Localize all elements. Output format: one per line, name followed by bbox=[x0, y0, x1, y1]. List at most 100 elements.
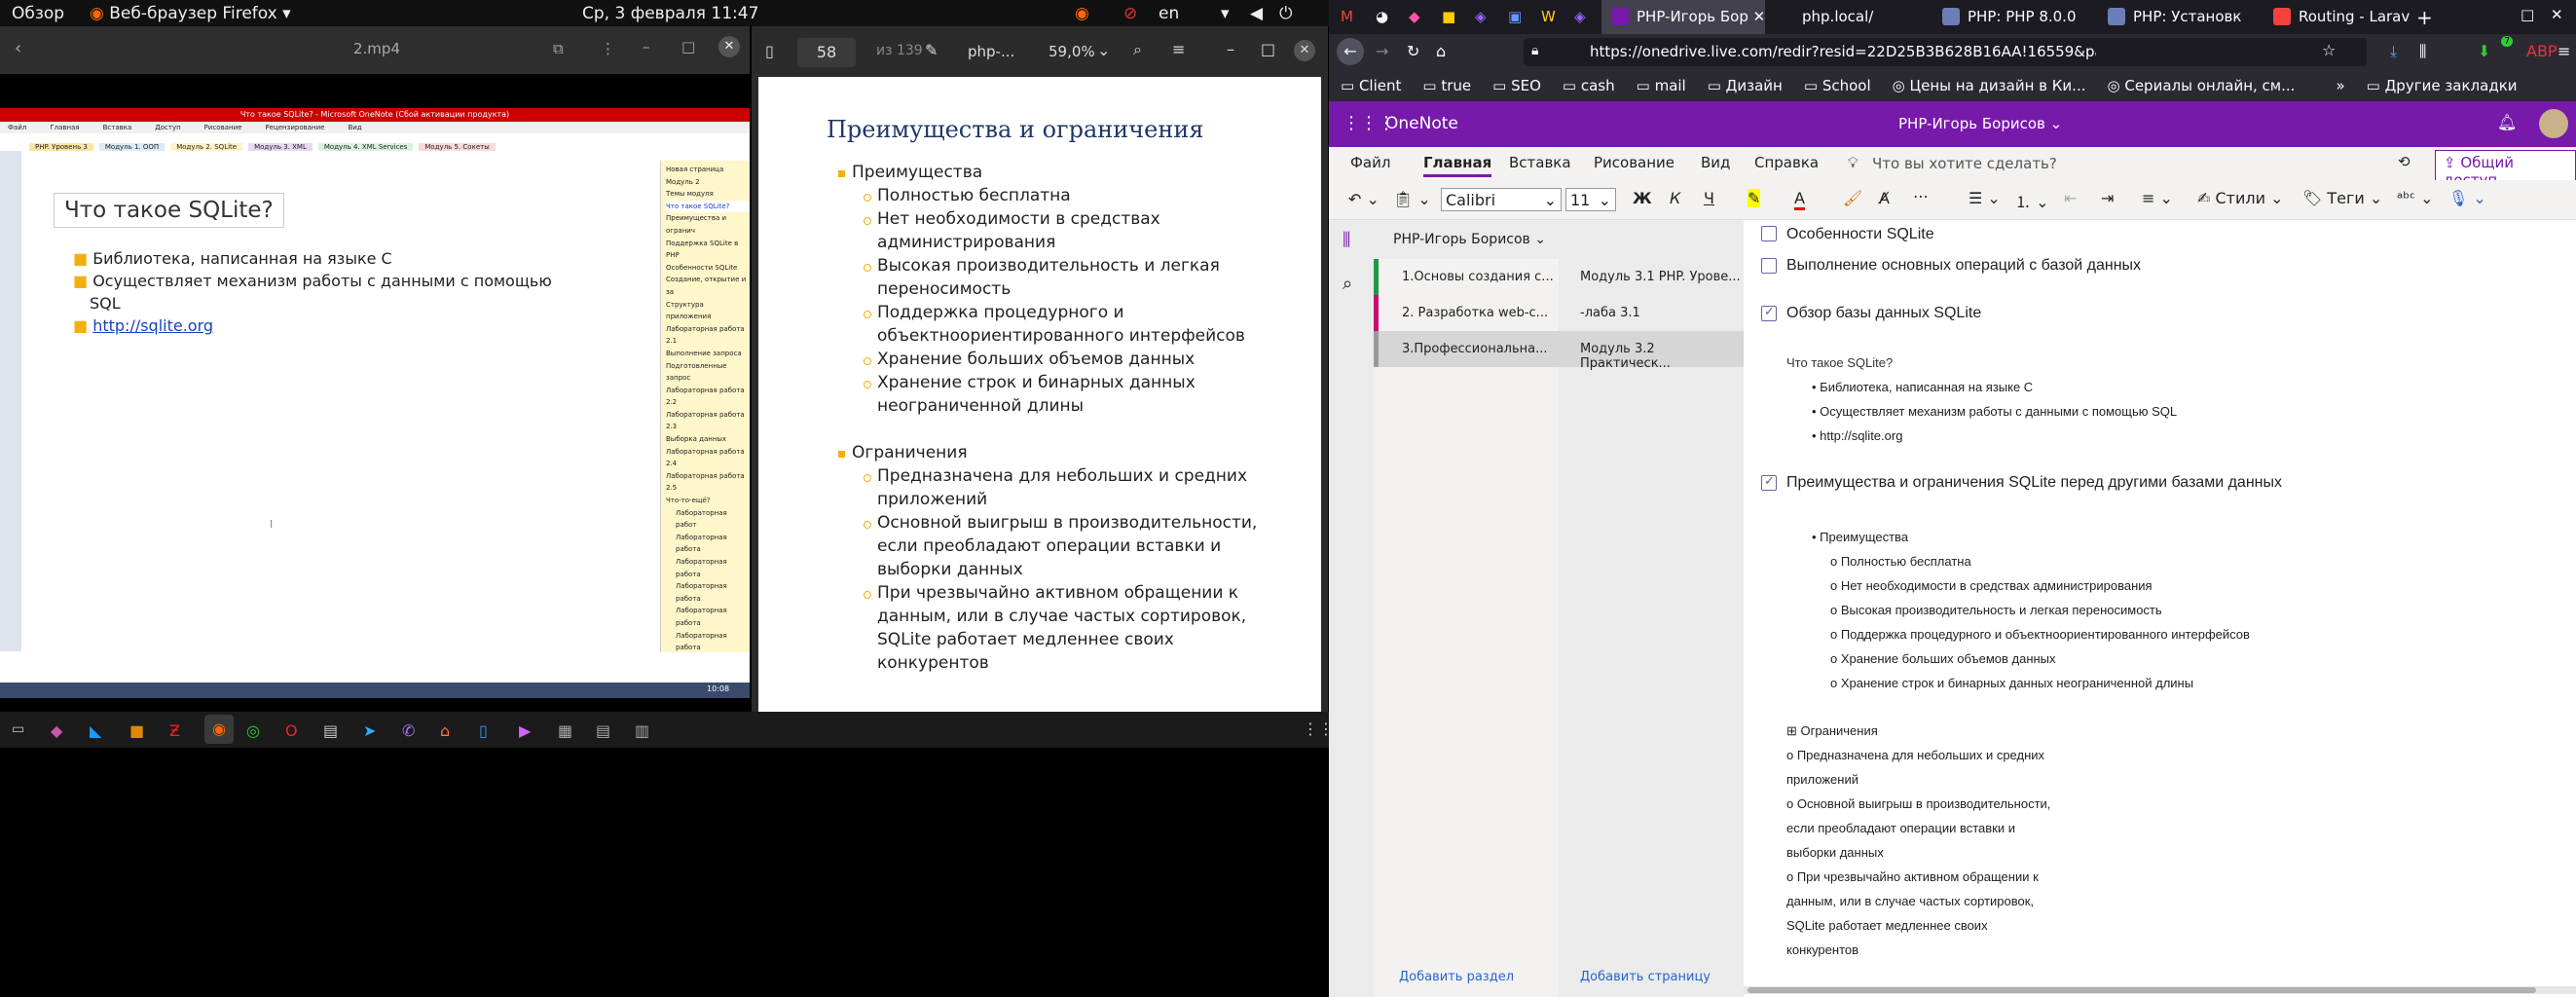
opera-icon[interactable]: O bbox=[285, 721, 298, 740]
filezilla-icon[interactable]: Ƶ bbox=[169, 721, 180, 740]
page-item[interactable]: -лаба 3.1 bbox=[1559, 295, 1744, 331]
add-page-link[interactable]: Добавить страницу bbox=[1580, 970, 1711, 984]
note-subitem[interactable]: конкурентов bbox=[1786, 942, 1858, 957]
tab-php-install[interactable]: PHP: Установк bbox=[2098, 0, 2262, 34]
volume-icon[interactable]: ◀ bbox=[1250, 4, 1263, 23]
note-subitem[interactable]: o Поддержка процедурного и объектноориен… bbox=[1830, 627, 2250, 642]
clock[interactable]: Ср, 3 февраля 11:47 bbox=[582, 4, 758, 23]
dictate-icon[interactable]: 🎙︎ ⌄ bbox=[2448, 189, 2486, 207]
lock-icon[interactable]: 🔒︎ bbox=[1531, 43, 1538, 58]
maximize-icon[interactable]: □ bbox=[681, 38, 695, 55]
bookmark-client[interactable]: ▭ Client bbox=[1341, 77, 1401, 94]
add-section-link[interactable]: Добавить раздел bbox=[1399, 970, 1514, 984]
back-icon[interactable]: ‹ bbox=[15, 38, 21, 58]
italic-button[interactable]: К bbox=[1670, 189, 1680, 207]
ribbon-tab-insert[interactable]: Вставка bbox=[1509, 154, 1571, 171]
video-frame[interactable]: Что такое SQLite? - Microsoft OneNote (С… bbox=[0, 108, 750, 698]
note-subitem[interactable]: если преобладают операции вставки и bbox=[1786, 821, 2015, 835]
outdent-icon[interactable]: ⇤ bbox=[2064, 189, 2077, 207]
tell-me-input[interactable]: Что вы хотите сделать? bbox=[1872, 155, 2057, 172]
app-icon[interactable]: ◆ bbox=[51, 721, 62, 740]
github-icon[interactable]: ◕ bbox=[1376, 8, 1388, 25]
bullets-icon[interactable]: ☰ ⌄ bbox=[1969, 189, 2001, 207]
download-icon[interactable]: ⤓ bbox=[2390, 42, 2397, 61]
tab-laravel[interactable]: Routing - Larav bbox=[2263, 0, 2427, 34]
note-subitem[interactable]: o Хранение строк и бинарных данных неогр… bbox=[1830, 676, 2193, 690]
todo-item[interactable]: Выполнение основных операций с базой дан… bbox=[1786, 257, 2141, 275]
hamburger-menu-icon[interactable]: ≡ bbox=[1172, 40, 1185, 58]
zoom-level[interactable]: 59,0% bbox=[1049, 43, 1095, 60]
font-size-select[interactable]: 11 ⌄ bbox=[1565, 188, 1616, 211]
maximize-icon[interactable]: □ bbox=[2521, 6, 2534, 23]
section-item[interactable]: 2. Разработка web-с... bbox=[1374, 295, 1559, 331]
todo-checkbox[interactable] bbox=[1761, 226, 1777, 241]
underline-button[interactable]: Ч bbox=[1704, 189, 1714, 207]
horizontal-scrollbar[interactable] bbox=[1744, 986, 2576, 994]
active-app-menu[interactable]: ◉ Веб-браузер Firefox ▾ bbox=[90, 4, 291, 23]
firefox-icon[interactable]: ◉ bbox=[204, 715, 234, 744]
document-name[interactable]: php-... bbox=[968, 43, 1014, 60]
note-bullet[interactable]: • Преимущества bbox=[1812, 530, 1908, 544]
minimize-icon[interactable]: – bbox=[643, 38, 650, 55]
notebooks-icon[interactable]: ⫼ bbox=[1343, 230, 1350, 250]
document-icon[interactable]: ▯ bbox=[479, 721, 488, 740]
home-icon[interactable]: ⌂ bbox=[1436, 42, 1446, 60]
bookmark-design[interactable]: ▭ Дизайн bbox=[1708, 77, 1783, 94]
note-subitem[interactable]: o Полностью бесплатна bbox=[1830, 554, 1971, 569]
note-subitem[interactable]: приложений bbox=[1786, 772, 1858, 787]
bookmark-seo[interactable]: ▭ SEO bbox=[1492, 77, 1541, 94]
page-item-active[interactable]: Модуль 3.2 Практическ... bbox=[1559, 331, 1744, 371]
adblock-icon[interactable]: ABP bbox=[2526, 42, 2558, 60]
note-subitem[interactable]: выборки данных bbox=[1786, 845, 1884, 860]
todo-checkbox[interactable] bbox=[1761, 258, 1777, 274]
library-icon[interactable]: ⫼ bbox=[2419, 42, 2426, 61]
document-title[interactable]: PHP-Игорь Борисов ⌄ bbox=[1898, 115, 2062, 132]
new-tab-button[interactable]: + bbox=[2416, 6, 2433, 29]
clipboard-icon[interactable]: 📋︎ ⌄ bbox=[1393, 190, 1431, 208]
reload-icon[interactable]: ↻ bbox=[1407, 42, 1419, 60]
close-icon[interactable]: ✕ bbox=[1294, 40, 1315, 61]
vpn-tray-icon[interactable]: ⊘ bbox=[1123, 4, 1137, 23]
bookmark-star-icon[interactable]: ☆ bbox=[2322, 41, 2336, 59]
page-number-input[interactable]: 58 bbox=[797, 38, 856, 67]
todo-checkbox-checked[interactable] bbox=[1761, 473, 1777, 491]
overflow-menu-icon[interactable]: ≡ bbox=[2558, 42, 2570, 60]
note-subitem[interactable]: o Хранение больших объемов данных bbox=[1830, 651, 2056, 666]
vscode-icon[interactable]: ◣ bbox=[90, 721, 101, 740]
clear-format-icon[interactable]: A̸ bbox=[1879, 189, 1890, 207]
note-subitem[interactable]: o При чрезвычайно активном обращении к bbox=[1786, 869, 2039, 884]
bookmark-cash[interactable]: ▭ cash bbox=[1563, 77, 1615, 94]
chrome-icon[interactable]: ◎ bbox=[246, 721, 260, 740]
spelling-icon[interactable]: ᵃᵇᶜ ⌄ bbox=[2397, 189, 2434, 207]
show-apps-icon[interactable]: ▭ bbox=[12, 721, 24, 737]
highlight-icon[interactable]: ✎ bbox=[1748, 189, 1761, 207]
styles-button[interactable]: ✍︎ Стили ⌄ bbox=[2197, 189, 2284, 207]
numbering-icon[interactable]: ⒈ ⌄ bbox=[2015, 189, 2049, 212]
back-icon[interactable]: ← bbox=[1337, 38, 1364, 65]
minimize-icon[interactable]: – bbox=[1227, 40, 1234, 58]
bell-icon[interactable]: 🔔︎ bbox=[2497, 113, 2517, 131]
pip-icon[interactable]: ⧉ bbox=[553, 40, 564, 57]
pinned-tab-icon[interactable]: ◈ bbox=[1475, 8, 1487, 25]
page-item[interactable]: Модуль 3.1 PHP. Урове... bbox=[1559, 259, 1744, 295]
pinned-tab-icon[interactable]: ▣ bbox=[1508, 8, 1522, 25]
close-window-icon[interactable]: ✕ bbox=[2551, 6, 2563, 23]
keyboard-layout[interactable]: en bbox=[1159, 4, 1179, 23]
power-icon[interactable]: ⏻ bbox=[1279, 4, 1292, 23]
app-icon[interactable]: ■ bbox=[129, 721, 144, 740]
pinned-tab-icon[interactable]: ◆ bbox=[1409, 8, 1420, 25]
avatar[interactable] bbox=[2539, 109, 2568, 138]
ribbon-tab-help[interactable]: Справка bbox=[1754, 154, 1819, 171]
search-icon[interactable]: ⌕ bbox=[1343, 274, 1352, 294]
telegram-icon[interactable]: ➤ bbox=[363, 721, 376, 740]
bookmark-mail[interactable]: ▭ mail bbox=[1637, 77, 1686, 94]
note-text[interactable]: Что такое SQLite? bbox=[1786, 355, 1893, 370]
bookmark-prices[interactable]: ◎ Цены на дизайн в Ки... bbox=[1893, 77, 2086, 94]
bold-button[interactable]: Ж bbox=[1633, 189, 1652, 207]
tags-button[interactable]: 🏷︎ Теги ⌄ bbox=[2302, 189, 2382, 207]
tab-php-manual[interactable]: PHP: PHP 8.0.0 bbox=[1932, 0, 2096, 34]
viber-icon[interactable]: ✆ bbox=[402, 721, 415, 740]
menu-icon[interactable]: ⋮ bbox=[601, 40, 615, 57]
align-icon[interactable]: ≡ ⌄ bbox=[2142, 189, 2173, 207]
search-icon[interactable]: ⌕ bbox=[1133, 40, 1142, 59]
